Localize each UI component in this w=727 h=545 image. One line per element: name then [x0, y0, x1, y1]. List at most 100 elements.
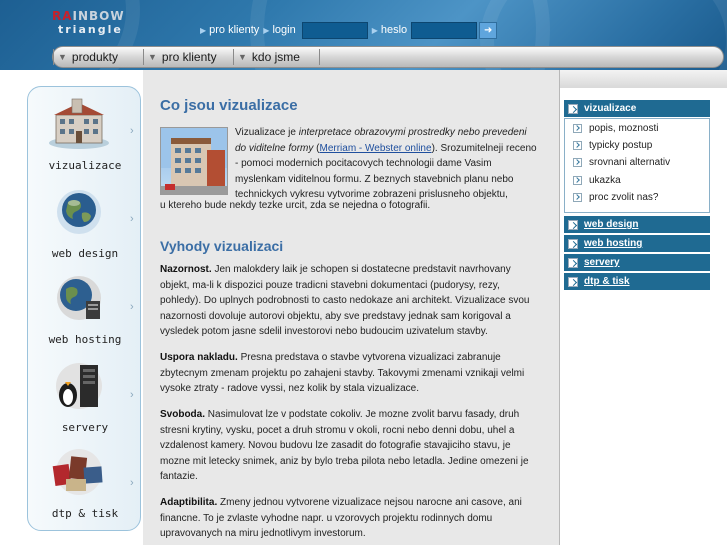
submenu-item[interactable]: popis, moznosti: [573, 123, 658, 134]
sidebar-item-label: web hosting: [48, 333, 122, 346]
checkbox-arrow-icon: [568, 219, 578, 230]
sidebar-item-web-hosting[interactable]: › web hosting: [28, 267, 142, 353]
rightnav-label: dtp & tisk: [584, 276, 630, 287]
building-photo-graphic: [161, 128, 227, 194]
arrow-right-icon: ▶: [371, 25, 378, 35]
sidebar-item-dtp-tisk[interactable]: › dtp & tisk: [28, 443, 142, 529]
globe-icon: [57, 190, 101, 234]
password-input[interactable]: [411, 21, 478, 39]
rightnav-item-web-hosting[interactable]: web hosting: [564, 235, 710, 252]
nav-divider: [319, 49, 320, 65]
nav-divider: [233, 49, 234, 65]
submenu-item[interactable]: ukazka: [573, 175, 621, 186]
submenu-label: popis, moznosti: [589, 123, 659, 134]
top-nav: ▼ produkty ▼ pro klienty ▼ kdo jsme: [52, 46, 724, 68]
rightnav-submenu: popis, moznosti typicky postup srovnani …: [564, 118, 710, 213]
sidebar-item-label: dtp & tisk: [51, 507, 119, 520]
nav-item-label: produkty: [71, 50, 118, 64]
globe-server-icon: [57, 276, 101, 320]
login-input[interactable]: [301, 21, 368, 39]
logo-line2: triangle: [58, 23, 123, 36]
advantage-text: Jen malokdery laik je schopen si dostate…: [160, 264, 530, 337]
nav-item-label: pro klienty: [161, 50, 217, 64]
checkbox-arrow-icon: [568, 238, 578, 249]
checkbox-arrow-icon: [573, 124, 582, 133]
building-photo: [160, 127, 228, 195]
nav-divider: [143, 49, 144, 65]
rightnav-label: web hosting: [584, 238, 643, 249]
checkbox-arrow-icon: [568, 257, 578, 268]
nav-item-produkty[interactable]: ▼ produkty: [58, 47, 118, 67]
section-subtitle: Vyhody vizualizaci: [160, 238, 284, 254]
login-label: login: [272, 24, 296, 36]
checkbox-arrow-icon: [573, 176, 582, 185]
advantage-paragraph: Uspora nakladu. Presna predstava o stavb…: [160, 350, 540, 397]
print-materials-icon: [52, 449, 103, 495]
nav-item-pro-klienty[interactable]: ▼ pro klienty: [148, 47, 217, 67]
submenu-label: typicky postup: [589, 140, 653, 151]
rightnav-label: web design: [584, 219, 639, 230]
arrow-right-icon: ▶: [263, 25, 270, 35]
chevron-right-icon: ›: [130, 477, 134, 489]
checkbox-arrow-icon: [568, 103, 578, 114]
advantage-heading: Uspora nakladu.: [160, 352, 238, 363]
chevron-right-icon: ›: [130, 213, 134, 225]
rightnav-item-vizualizace[interactable]: vizualizace: [564, 100, 710, 117]
submenu-label: proc zvolit nas?: [589, 192, 659, 203]
rightnav-label: servery: [584, 257, 620, 268]
chevron-down-icon: ▼: [238, 52, 247, 62]
arrow-right-icon: ▶: [200, 25, 207, 35]
intro-text: Vizualizace je: [235, 127, 299, 138]
submenu-label: ukazka: [589, 175, 621, 186]
rightnav-item-dtp-tisk[interactable]: dtp & tisk: [564, 273, 710, 290]
arrow-go-icon: ➜: [483, 24, 493, 36]
nav-item-label: kdo jsme: [251, 50, 300, 64]
building-icon: [49, 98, 109, 149]
advantage-paragraph: Svoboda. Nasimulovat lze v podstate coko…: [160, 407, 540, 485]
chevron-down-icon: ▼: [148, 52, 157, 62]
chevron-right-icon: ›: [130, 125, 134, 137]
login-bar: ▶ pro klienty ▶ login ▶ heslo ➜: [196, 20, 498, 40]
submenu-item[interactable]: typicky postup: [573, 140, 652, 151]
chevron-down-icon: ▼: [58, 52, 67, 62]
sidebar-item-label: vizualizace: [48, 159, 122, 172]
right-sidebar-cap: [560, 70, 727, 88]
logo-line1: RAINBOW: [52, 9, 125, 23]
submenu-item[interactable]: srovnani alternativ: [573, 157, 670, 168]
sidebar-item-web-design[interactable]: › web design: [28, 179, 142, 265]
advantage-heading: Adaptibilita.: [160, 497, 218, 508]
chevron-right-icon: ›: [130, 389, 134, 401]
nav-divider: [53, 49, 54, 65]
chevron-right-icon: ›: [130, 301, 134, 313]
pro-klienty-link[interactable]: pro klienty: [209, 24, 259, 36]
page-title: Co jsou vizualizace: [160, 97, 298, 114]
main-content: Co jsou vizualizace Vizualizace je inter…: [143, 70, 559, 545]
left-sidebar: › vizualizace › web design › web hosting: [27, 86, 141, 531]
checkbox-arrow-icon: [573, 158, 582, 167]
rightnav-item-web-design[interactable]: web design: [564, 216, 710, 233]
sidebar-item-vizualizace[interactable]: › vizualizace: [28, 91, 142, 177]
intro-paragraph: Vizualizace je interpretace obrazovymi p…: [235, 125, 540, 203]
sidebar-item-label: servery: [61, 421, 109, 434]
intro-paragraph-end: u ktereho bude nekdy tezke urcit, zda se…: [160, 200, 431, 211]
checkbox-arrow-icon: [568, 276, 578, 287]
server-tower-icon: [56, 363, 102, 409]
checkbox-arrow-icon: [573, 141, 582, 150]
logo[interactable]: RAINBOW triangle: [52, 9, 125, 37]
rightnav-item-servery[interactable]: servery: [564, 254, 710, 271]
sidebar-item-label: web design: [51, 247, 119, 260]
advantage-heading: Nazornost.: [160, 264, 212, 275]
submenu-item[interactable]: proc zvolit nas?: [573, 192, 658, 203]
checkbox-arrow-icon: [573, 193, 582, 202]
sidebar-item-servery[interactable]: › servery: [28, 355, 142, 441]
merriam-webster-link[interactable]: Merriam - Webster online: [319, 143, 431, 154]
login-submit-button[interactable]: ➜: [479, 21, 498, 39]
heslo-label: heslo: [380, 24, 408, 36]
advantage-text: Nasimulovat lze v podstate cokoliv. Je m…: [160, 409, 529, 482]
advantage-heading: Svoboda.: [160, 409, 206, 420]
advantage-paragraph: Adaptibilita. Zmeny jednou vytvorene viz…: [160, 495, 540, 542]
nav-item-kdo-jsme[interactable]: ▼ kdo jsme: [238, 47, 300, 67]
advantage-paragraph: Nazornost. Jen malokdery laik je schopen…: [160, 262, 540, 340]
submenu-label: srovnani alternativ: [589, 157, 671, 168]
right-sidebar: vizualizace popis, moznosti typicky post…: [559, 70, 727, 545]
